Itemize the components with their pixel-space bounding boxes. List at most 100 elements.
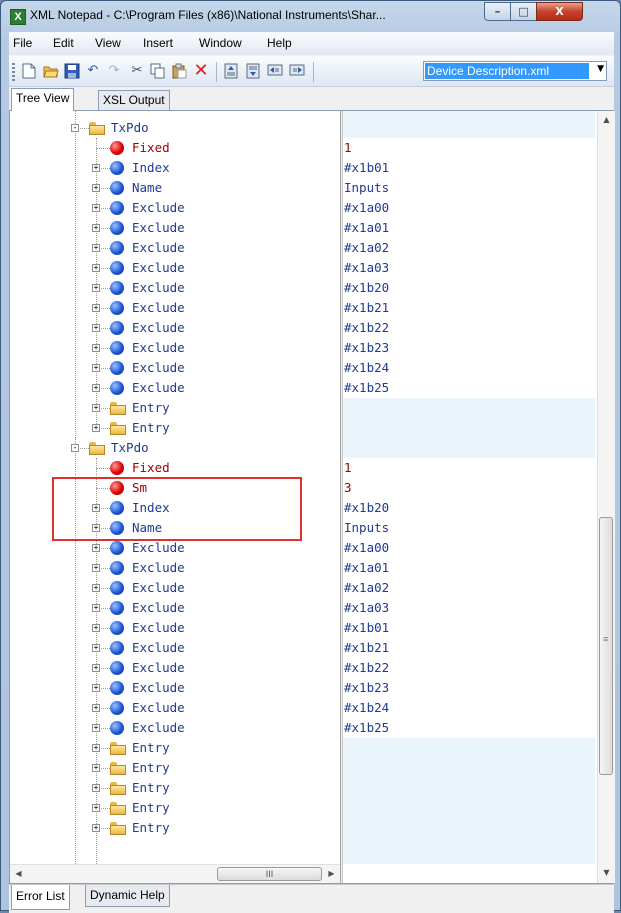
expand-toggle-icon[interactable]: + [92,784,100,792]
save-icon[interactable] [64,63,80,79]
menu-file[interactable]: File [13,36,32,50]
tree-node-element[interactable]: + Entry [10,738,340,758]
tree-node-text-element[interactable]: + Exclude [10,378,340,398]
node-value-cell[interactable]: #x1b22 [343,318,595,338]
expand-toggle-icon[interactable]: + [92,644,100,652]
scroll-left-icon[interactable]: ◀ [10,865,27,882]
horizontal-scroll-thumb[interactable]: III [217,867,322,881]
node-value-cell[interactable]: #x1b25 [343,718,595,738]
tab-xsl-output[interactable]: XSL Output [98,90,170,110]
node-value-cell[interactable]: #x1b24 [343,698,595,718]
collapse-toggle-icon[interactable]: - [71,124,79,132]
expand-toggle-icon[interactable]: + [92,544,100,552]
expand-toggle-icon[interactable]: + [92,724,100,732]
tree-node-element[interactable]: + Entry [10,778,340,798]
expand-toggle-icon[interactable]: + [92,284,100,292]
vertical-scrollbar[interactable]: ▲ ≡ ▼ [597,111,615,883]
delete-icon[interactable]: ✕ [193,62,209,80]
tree-node-element[interactable]: + Entry [10,758,340,778]
node-value-cell[interactable]: #x1a02 [343,578,595,598]
expand-toggle-icon[interactable]: + [92,204,100,212]
tree-node-text-element[interactable]: + Exclude [10,318,340,338]
tab-error-list[interactable]: Error List [11,885,70,910]
menu-view[interactable]: View [95,36,121,50]
horizontal-scrollbar[interactable]: ◀ III ▶ [10,864,340,883]
tree-node-text-element[interactable]: + Exclude [10,698,340,718]
node-value-cell[interactable]: Inputs [343,518,595,538]
menu-edit[interactable]: Edit [53,36,74,50]
node-value-cell[interactable]: #x1b20 [343,278,595,298]
node-value-cell[interactable]: #x1b25 [343,378,595,398]
tree-node-element[interactable]: + Entry [10,418,340,438]
tree-node-text-element[interactable]: + Exclude [10,658,340,678]
expand-toggle-icon[interactable]: + [92,604,100,612]
expand-toggle-icon[interactable]: + [92,564,100,572]
nudge-down-icon[interactable] [245,63,261,79]
expand-toggle-icon[interactable]: + [92,424,100,432]
expand-toggle-icon[interactable]: + [92,384,100,392]
tree-node-text-element[interactable]: + Exclude [10,338,340,358]
file-combo[interactable]: Device Description.xml ▼ [423,61,607,81]
tree-node-element[interactable]: + Entry [10,398,340,418]
expand-toggle-icon[interactable]: + [92,344,100,352]
expand-toggle-icon[interactable]: + [92,404,100,412]
node-value-cell[interactable]: #x1b23 [343,338,595,358]
expand-toggle-icon[interactable]: + [92,584,100,592]
expand-toggle-icon[interactable]: + [92,804,100,812]
new-icon[interactable] [21,63,37,79]
scroll-up-icon[interactable]: ▲ [598,111,615,128]
node-value-cell[interactable]: #x1b21 [343,638,595,658]
undo-icon[interactable]: ↶ [85,63,101,79]
expand-toggle-icon[interactable]: + [92,364,100,372]
expand-toggle-icon[interactable]: + [92,624,100,632]
expand-toggle-icon[interactable]: + [92,324,100,332]
tree-node-text-element[interactable]: + Exclude [10,298,340,318]
chevron-down-icon[interactable]: ▼ [597,64,604,74]
node-value-cell[interactable]: #x1b01 [343,618,595,638]
tree-node-element[interactable]: + Entry [10,798,340,818]
tree-node-text-element[interactable]: + Exclude [10,218,340,238]
menu-window[interactable]: Window [199,36,242,50]
node-value-cell[interactable]: #x1a00 [343,198,595,218]
node-value-cell[interactable]: #x1a01 [343,218,595,238]
tree-node-text-element[interactable]: + Exclude [10,718,340,738]
minimize-button[interactable]: – [484,2,511,21]
tree-node-text-element[interactable]: + Name [10,178,340,198]
node-value-cell[interactable]: #x1b20 [343,498,595,518]
expand-toggle-icon[interactable]: + [92,684,100,692]
menu-help[interactable]: Help [267,36,292,50]
nudge-up-icon[interactable] [223,63,239,79]
node-value-cell[interactable]: #x1b22 [343,658,595,678]
tree-node-text-element[interactable]: + Exclude [10,678,340,698]
expand-toggle-icon[interactable]: + [92,764,100,772]
tree-node-text-element[interactable]: + Exclude [10,358,340,378]
scroll-down-icon[interactable]: ▼ [598,864,615,881]
paste-icon[interactable] [171,63,187,79]
vertical-scroll-thumb[interactable]: ≡ [599,517,613,775]
expand-toggle-icon[interactable]: + [92,164,100,172]
toolbar-grip[interactable] [12,63,15,81]
tree-node-text-element[interactable]: + Exclude [10,278,340,298]
tree-node-attribute[interactable]: Fixed [10,458,340,478]
tab-tree-view[interactable]: Tree View [11,88,75,111]
node-value-cell[interactable]: #x1a03 [343,258,595,278]
nudge-left-icon[interactable] [267,63,283,79]
tree-node-text-element[interactable]: + Index [10,158,340,178]
tree-node-text-element[interactable]: + Exclude [10,238,340,258]
maximize-button[interactable]: □ [510,2,537,21]
tree-node-element[interactable]: - TxPdo [10,118,340,138]
expand-toggle-icon[interactable]: + [92,744,100,752]
copy-icon[interactable] [150,63,166,79]
cut-icon[interactable]: ✂ [129,63,145,79]
collapse-toggle-icon[interactable]: - [71,444,79,452]
redo-icon[interactable]: ↷ [106,63,122,79]
node-value-cell[interactable]: #x1a03 [343,598,595,618]
node-value-cell[interactable]: #x1a00 [343,538,595,558]
node-value-cell[interactable]: #x1b21 [343,298,595,318]
expand-toggle-icon[interactable]: + [92,184,100,192]
expand-toggle-icon[interactable]: + [92,704,100,712]
node-value-cell[interactable]: #x1a01 [343,558,595,578]
tree-node-element[interactable]: + Entry [10,818,340,838]
nudge-right-icon[interactable] [289,63,305,79]
tree-node-text-element[interactable]: + Exclude [10,558,340,578]
